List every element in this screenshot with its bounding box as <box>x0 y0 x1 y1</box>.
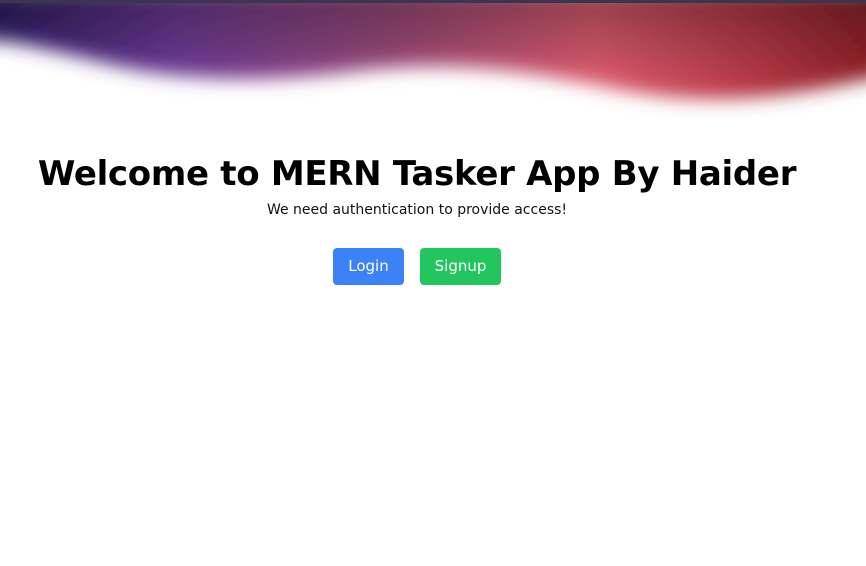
top-border <box>0 0 866 3</box>
header-wave-decoration <box>0 0 866 99</box>
page-subtitle: We need authentication to provide access… <box>266 202 568 218</box>
login-button[interactable]: Login <box>333 248 404 285</box>
welcome-section: Welcome to MERN Tasker App By Haider We … <box>0 150 834 220</box>
page-title: Welcome to MERN Tasker App By Haider <box>37 154 797 194</box>
signup-button[interactable]: Signup <box>420 248 501 285</box>
auth-actions: Login Signup <box>333 248 501 285</box>
page: Welcome to MERN Tasker App By Haider We … <box>0 0 866 566</box>
